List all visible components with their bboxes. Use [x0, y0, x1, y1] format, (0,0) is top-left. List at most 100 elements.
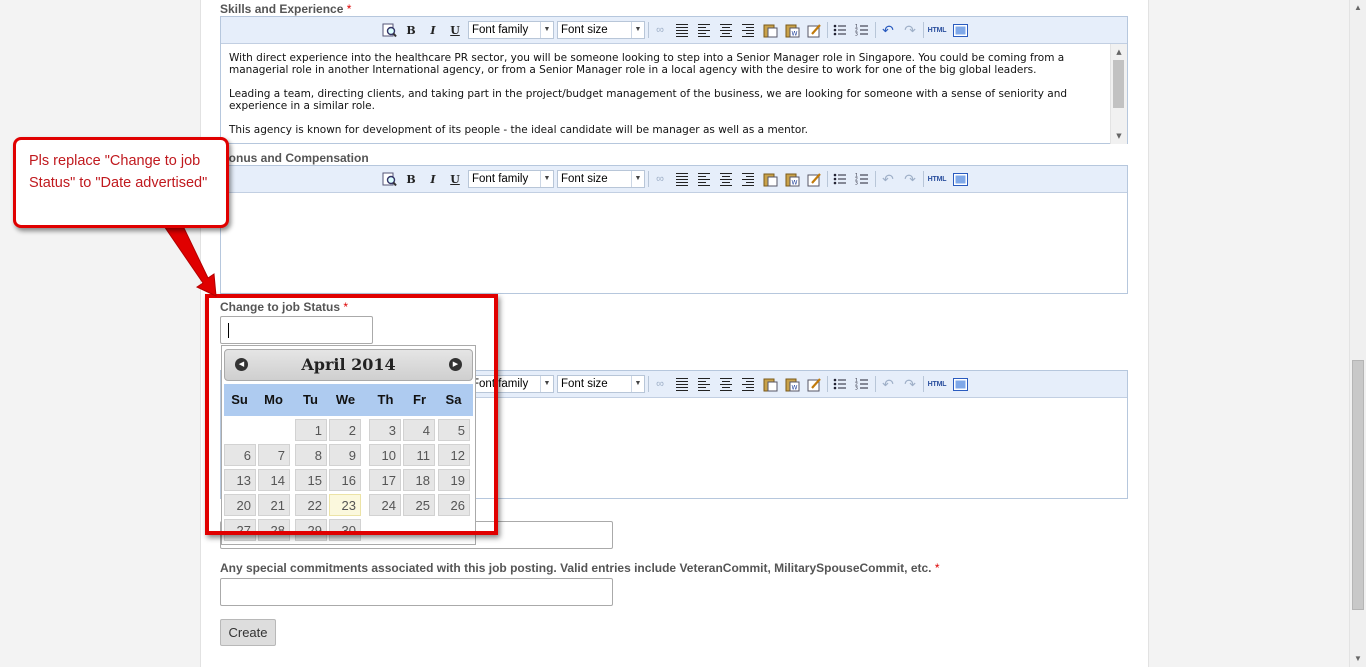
- html-source-button[interactable]: HTML: [927, 170, 947, 188]
- redo-icon[interactable]: ↷: [900, 170, 920, 188]
- justify-icon[interactable]: [672, 375, 692, 393]
- justify-icon[interactable]: [672, 21, 692, 39]
- paste-icon[interactable]: [760, 170, 780, 188]
- align-right-icon[interactable]: [738, 170, 758, 188]
- toolbar-divider: [648, 22, 649, 38]
- font-family-select[interactable]: Font family ▼: [468, 170, 554, 188]
- align-right-icon[interactable]: [738, 375, 758, 393]
- edit-icon[interactable]: [804, 170, 824, 188]
- paste-word-icon[interactable]: W: [782, 21, 802, 39]
- html-source-button[interactable]: HTML: [927, 375, 947, 393]
- edit-icon[interactable]: [804, 21, 824, 39]
- skills-editor-body[interactable]: With direct experience into the healthca…: [221, 44, 1127, 144]
- bullet-list-icon[interactable]: [830, 170, 850, 188]
- commitments-label: Any special commitments associated with …: [220, 561, 940, 575]
- toolbar-divider: [827, 376, 828, 392]
- link-icon[interactable]: ∞: [650, 21, 670, 39]
- page-scrollbar-thumb[interactable]: [1352, 360, 1364, 610]
- fullscreen-icon[interactable]: [950, 170, 970, 188]
- font-family-select[interactable]: Font family ▼: [468, 21, 554, 39]
- fullscreen-icon[interactable]: [950, 21, 970, 39]
- align-left-icon[interactable]: [694, 21, 714, 39]
- chevron-down-icon: ▼: [631, 22, 644, 38]
- chevron-down-icon: ▼: [540, 171, 553, 187]
- align-center-icon[interactable]: [716, 21, 736, 39]
- annotation-highlight-box: [205, 294, 498, 535]
- italic-button[interactable]: I: [423, 21, 443, 39]
- toolbar-divider: [923, 171, 924, 187]
- scroll-up-icon[interactable]: ▲: [1350, 0, 1366, 16]
- align-center-icon[interactable]: [716, 170, 736, 188]
- toolbar-divider: [648, 171, 649, 187]
- paste-icon[interactable]: [760, 21, 780, 39]
- required-mark: *: [934, 561, 940, 575]
- redo-icon[interactable]: ↷: [900, 375, 920, 393]
- numbered-list-icon[interactable]: 123: [852, 170, 872, 188]
- undo-icon[interactable]: ↶: [878, 170, 898, 188]
- scroll-down-icon[interactable]: ▼: [1111, 130, 1127, 142]
- align-left-icon[interactable]: [694, 375, 714, 393]
- scroll-down-icon[interactable]: ▼: [1350, 651, 1366, 667]
- page-scrollbar[interactable]: ▲ ▼: [1349, 0, 1366, 667]
- fullscreen-icon[interactable]: [950, 375, 970, 393]
- svg-text:3: 3: [855, 181, 858, 187]
- toolbar-divider: [923, 22, 924, 38]
- chevron-down-icon: ▼: [540, 376, 553, 392]
- link-icon[interactable]: ∞: [650, 170, 670, 188]
- redo-icon[interactable]: ↷: [900, 21, 920, 39]
- edit-icon[interactable]: [804, 375, 824, 393]
- find-replace-icon[interactable]: [379, 170, 399, 188]
- font-size-value: Font size: [561, 24, 608, 36]
- bullet-list-icon[interactable]: [830, 375, 850, 393]
- toolbar-divider: [923, 376, 924, 392]
- underline-button[interactable]: U: [445, 170, 465, 188]
- html-source-button[interactable]: HTML: [927, 21, 947, 39]
- toolbar-divider: [827, 22, 828, 38]
- scroll-up-icon[interactable]: ▲: [1111, 46, 1127, 58]
- undo-icon[interactable]: ↶: [878, 375, 898, 393]
- svg-text:3: 3: [855, 386, 858, 392]
- required-mark: *: [346, 2, 352, 16]
- editor-scrollbar-thumb[interactable]: [1113, 60, 1124, 108]
- align-right-icon[interactable]: [738, 21, 758, 39]
- italic-button[interactable]: I: [423, 170, 443, 188]
- bold-button[interactable]: B: [401, 170, 421, 188]
- align-center-icon[interactable]: [716, 375, 736, 393]
- svg-text:3: 3: [855, 32, 858, 38]
- toolbar-divider: [875, 171, 876, 187]
- font-size-value: Font size: [561, 378, 608, 390]
- numbered-list-icon[interactable]: 123: [852, 375, 872, 393]
- font-size-select[interactable]: Font size ▼: [557, 21, 645, 39]
- font-family-value: Font family: [472, 173, 529, 185]
- right-margin: [1148, 0, 1349, 667]
- paste-icon[interactable]: [760, 375, 780, 393]
- skills-editor[interactable]: B I U Font family ▼ Font size ▼ ∞ W 123 ↶ …: [220, 16, 1128, 144]
- numbered-list-icon[interactable]: 123: [852, 21, 872, 39]
- underline-button[interactable]: U: [445, 21, 465, 39]
- font-size-select[interactable]: Font size ▼: [557, 170, 645, 188]
- toolbar-divider: [875, 376, 876, 392]
- find-replace-icon[interactable]: [379, 21, 399, 39]
- editor-scrollbar[interactable]: ▲ ▼: [1110, 44, 1127, 144]
- create-button[interactable]: Create: [220, 619, 276, 646]
- annotation-callout: Pls replace "Change to job Status" to "D…: [13, 137, 229, 228]
- editor-toolbar: B I U Font family ▼ Font size ▼ ∞ W 123 ↶ …: [221, 166, 1127, 193]
- annotation-text: Pls replace "Change to job Status" to "D…: [29, 153, 208, 191]
- bold-button[interactable]: B: [401, 21, 421, 39]
- paste-word-icon[interactable]: W: [782, 375, 802, 393]
- commitments-input[interactable]: [220, 578, 613, 606]
- svg-text:W: W: [791, 384, 797, 391]
- align-left-icon[interactable]: [694, 170, 714, 188]
- bonus-editor-body[interactable]: [221, 193, 1127, 294]
- bonus-editor[interactable]: B I U Font family ▼ Font size ▼ ∞ W 123 ↶ …: [220, 165, 1128, 294]
- chevron-down-icon: ▼: [540, 22, 553, 38]
- bullet-list-icon[interactable]: [830, 21, 850, 39]
- justify-icon[interactable]: [672, 170, 692, 188]
- font-size-select[interactable]: Font size ▼: [557, 375, 645, 393]
- commitments-label-text: Any special commitments associated with …: [220, 561, 932, 575]
- link-icon[interactable]: ∞: [650, 375, 670, 393]
- paste-word-icon[interactable]: W: [782, 170, 802, 188]
- chevron-down-icon: ▼: [631, 376, 644, 392]
- toolbar-divider: [875, 22, 876, 38]
- undo-icon[interactable]: ↶: [878, 21, 898, 39]
